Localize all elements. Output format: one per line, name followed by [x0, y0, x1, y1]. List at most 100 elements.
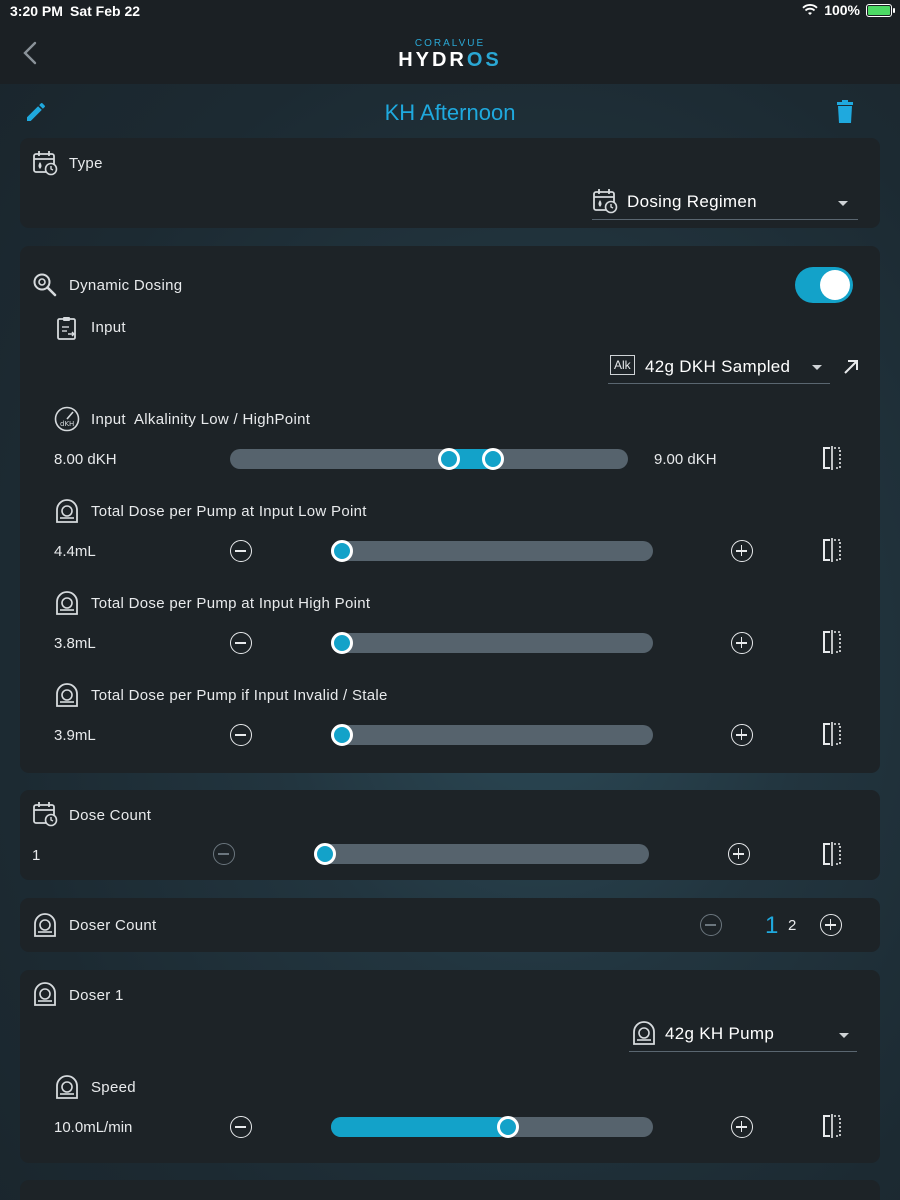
dose-count-thumb[interactable] — [314, 843, 336, 865]
input-dropdown[interactable]: Alk 42g DKH Sampled — [608, 350, 830, 384]
dose-count-decrement-button[interactable] — [213, 843, 235, 865]
invalid-dose-value: 3.9mL — [54, 727, 96, 744]
dynamic-dosing-card: Dynamic Dosing Input Alk 42g DKH Sampled… — [20, 246, 880, 773]
pump-icon — [56, 1075, 78, 1099]
trash-icon[interactable] — [834, 100, 856, 124]
dose-count-slider[interactable] — [314, 844, 649, 864]
dynamic-dosing-toggle[interactable] — [795, 267, 853, 303]
low-dose-thumb[interactable] — [331, 540, 353, 562]
invalid-dose-slider[interactable] — [331, 725, 653, 745]
pump-icon — [56, 499, 78, 523]
doser-count-label: Doser Count — [69, 917, 157, 934]
battery-percent: 100% — [824, 2, 860, 18]
low-dose-slider[interactable] — [331, 541, 653, 561]
low-dose-decrement-button[interactable] — [230, 540, 252, 562]
calendar-clock-icon — [33, 802, 58, 827]
range-low-value: 8.00 dKH — [54, 451, 117, 468]
battery-icon — [866, 3, 895, 17]
page-title: KH Afternoon — [384, 100, 516, 125]
search-gear-icon — [33, 273, 57, 297]
range-low-thumb[interactable] — [437, 448, 460, 470]
range-label: Input Alkalinity Low / HighPoint — [91, 411, 311, 428]
pump-icon — [34, 913, 56, 937]
high-dose-decrement-button[interactable] — [230, 632, 252, 654]
doser-count-next[interactable]: 2 — [788, 917, 796, 934]
split-compare-icon[interactable] — [821, 1114, 843, 1138]
chevron-down-icon — [812, 365, 822, 370]
dose-count-increment-button[interactable] — [728, 843, 750, 865]
type-label: Type — [69, 155, 103, 172]
logo-product: HYDROS — [0, 49, 900, 72]
type-dropdown[interactable]: Dosing Regimen — [592, 184, 858, 220]
title-bar: KH Afternoon — [0, 84, 900, 138]
input-dropdown-value: 42g DKH Sampled — [645, 357, 791, 376]
doser-1-card: Doser 1 42g KH Pump Speed 10.0mL/min — [20, 970, 880, 1163]
svg-text:dKH: dKH — [60, 420, 74, 428]
calendar-dose-icon — [593, 189, 618, 214]
wifi-icon — [802, 4, 818, 15]
clipboard-input-icon — [57, 317, 76, 340]
invalid-dose-thumb[interactable] — [331, 724, 353, 746]
status-date: Sat Feb 22 — [70, 3, 141, 19]
next-card — [20, 1180, 880, 1200]
doser-1-pump-dropdown[interactable]: 42g KH Pump — [629, 1016, 857, 1052]
high-dose-label: Total Dose per Pump at Input High Point — [91, 595, 371, 612]
type-dropdown-value: Dosing Regimen — [627, 192, 757, 211]
alk-badge-icon: Alk — [610, 355, 635, 375]
invalid-dose-increment-button[interactable] — [731, 724, 753, 746]
speed-value: 10.0mL/min — [54, 1119, 133, 1136]
split-compare-icon[interactable] — [821, 842, 843, 866]
high-dose-increment-button[interactable] — [731, 632, 753, 654]
split-compare-icon[interactable] — [821, 538, 843, 562]
range-high-value: 9.00 dKH — [654, 451, 717, 468]
pump-icon — [56, 591, 78, 615]
doser-count-increment-button[interactable] — [820, 914, 842, 936]
calendar-dose-icon — [33, 151, 58, 176]
dkh-gauge-icon: dKH — [54, 406, 80, 432]
low-dose-increment-button[interactable] — [731, 540, 753, 562]
pump-icon — [56, 683, 78, 707]
logo-text-a: HYDR — [398, 49, 467, 71]
low-dose-value: 4.4mL — [54, 543, 96, 560]
range-high-thumb[interactable] — [481, 448, 504, 470]
status-bar: 3:20 PM Sat Feb 22 100% — [0, 0, 900, 22]
speed-thumb[interactable] — [497, 1116, 520, 1138]
speed-fill — [331, 1117, 509, 1137]
pencil-icon[interactable] — [24, 100, 48, 124]
doser-count-decrement-button[interactable] — [700, 914, 722, 936]
chevron-down-icon — [838, 201, 848, 206]
status-right: 100% — [802, 2, 895, 18]
alkalinity-range-slider[interactable] — [230, 449, 628, 469]
invalid-dose-decrement-button[interactable] — [230, 724, 252, 746]
speed-slider[interactable] — [331, 1117, 653, 1137]
dose-count-label: Dose Count — [69, 807, 152, 824]
high-dose-slider[interactable] — [331, 633, 653, 653]
speed-decrement-button[interactable] — [230, 1116, 252, 1138]
input-label: Input — [91, 319, 126, 336]
doser-count-current[interactable]: 1 — [765, 912, 778, 940]
speed-label: Speed — [91, 1079, 136, 1096]
pump-icon — [633, 1021, 655, 1045]
logo-text-b: OS — [466, 49, 502, 71]
high-dose-value: 3.8mL — [54, 635, 96, 652]
logo-brand: CORALVUE — [414, 38, 486, 49]
split-compare-icon[interactable] — [821, 722, 843, 746]
low-dose-label: Total Dose per Pump at Input Low Point — [91, 503, 367, 520]
open-external-arrow-icon[interactable] — [842, 358, 860, 376]
dose-count-card: Dose Count 1 — [20, 790, 880, 880]
nav-bar: CORALVUE HYDROS — [0, 22, 900, 84]
status-time: 3:20 PM — [10, 3, 63, 19]
doser-1-label: Doser 1 — [69, 987, 124, 1004]
type-card: Type Dosing Regimen — [20, 138, 880, 228]
speed-increment-button[interactable] — [731, 1116, 753, 1138]
split-compare-icon[interactable] — [821, 446, 843, 470]
dynamic-dosing-label: Dynamic Dosing — [69, 277, 183, 294]
toggle-knob — [820, 270, 850, 300]
dose-count-value: 1 — [32, 847, 41, 864]
app-logo: CORALVUE HYDROS — [0, 38, 900, 72]
doser-1-pump-value: 42g KH Pump — [665, 1024, 775, 1043]
doser-count-card: Doser Count 1 2 — [20, 898, 880, 952]
high-dose-thumb[interactable] — [331, 632, 353, 654]
split-compare-icon[interactable] — [821, 630, 843, 654]
pump-icon — [34, 982, 56, 1006]
